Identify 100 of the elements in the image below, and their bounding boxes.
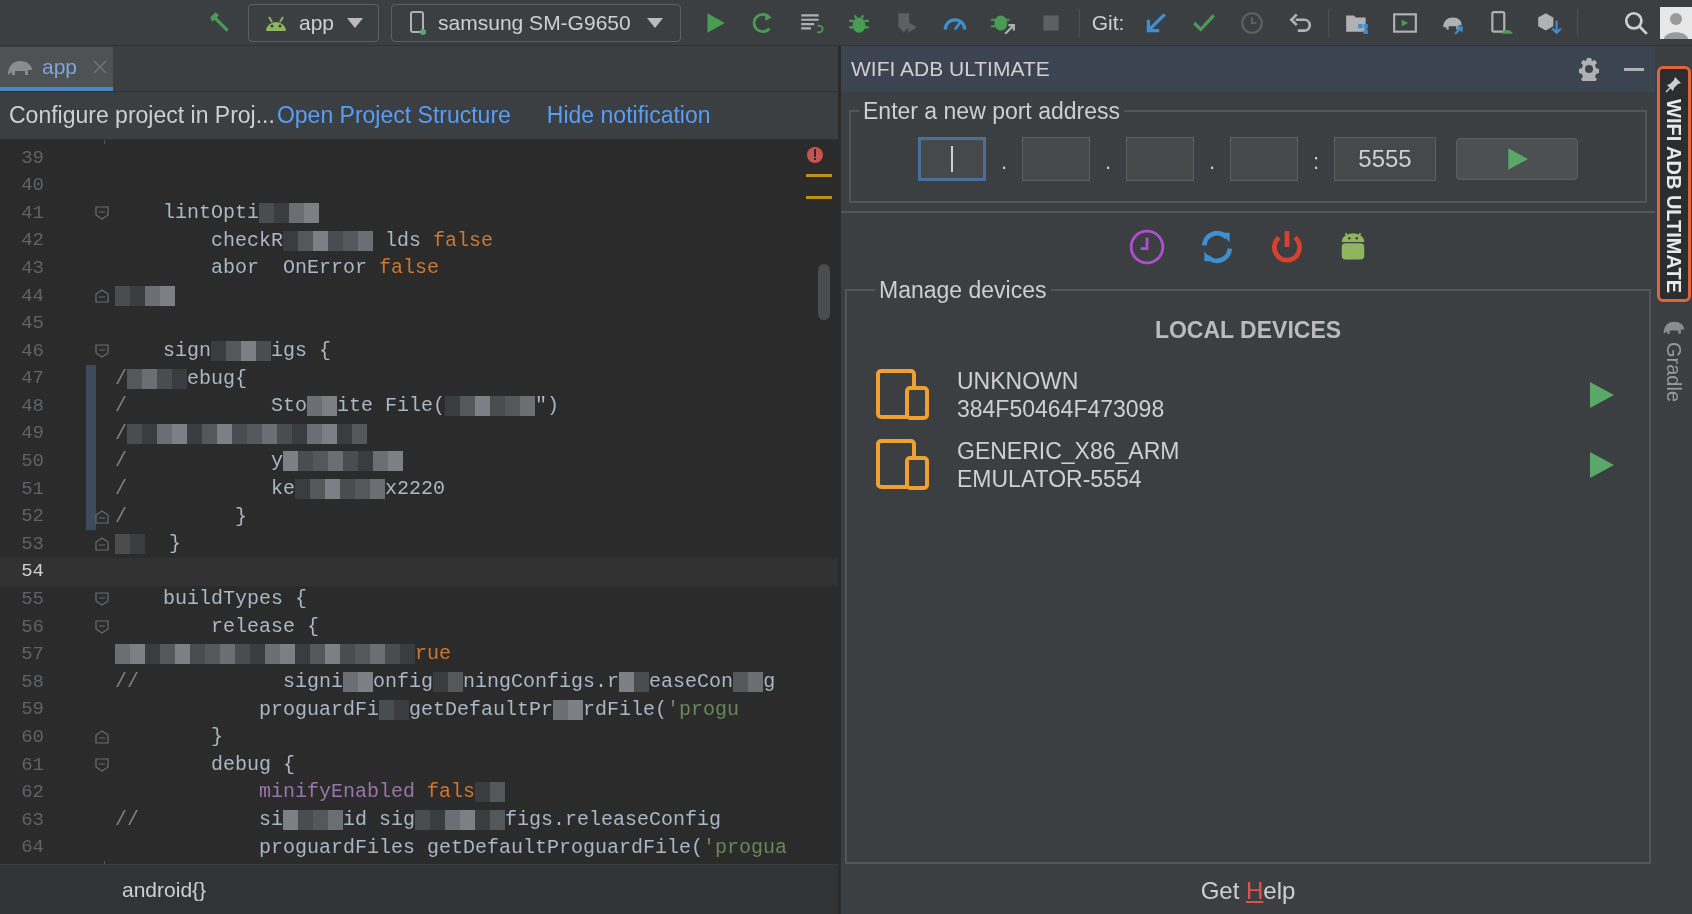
ip-field[interactable] (1022, 136, 1090, 181)
code-string: 'progua (703, 834, 788, 861)
redaction-mark (115, 285, 145, 306)
history-icon[interactable] (1128, 227, 1166, 266)
code-text: id sig (343, 807, 416, 834)
code-text: release { (210, 613, 320, 640)
redaction-mark (475, 396, 506, 417)
scrollbar-thumb[interactable] (818, 264, 830, 320)
redaction-mark (289, 203, 320, 223)
line-number: 47 (20, 366, 44, 392)
redaction-mark (343, 451, 374, 472)
separator-text: . (999, 148, 1009, 176)
redaction-mark (379, 699, 410, 720)
fold-marker[interactable] (94, 619, 109, 634)
code-text: rdFile( (583, 696, 668, 723)
side-tab[interactable]: Gradle (1656, 312, 1691, 409)
code-text: proguardFi (258, 696, 380, 723)
search-icon[interactable] (1623, 9, 1649, 36)
line-number: 64 (20, 835, 44, 861)
code-text: abor OnError (210, 255, 369, 282)
redaction-mark (265, 644, 295, 665)
code-comment: / (115, 475, 127, 502)
code-text: proguardFiles getDefaultProguardFile( (258, 834, 704, 861)
ip-field[interactable] (1230, 136, 1298, 181)
phone-android-icon[interactable] (1488, 9, 1515, 36)
code-text: g (763, 669, 776, 696)
avatar-icon[interactable] (1660, 6, 1692, 39)
redaction-mark (505, 396, 536, 417)
redaction-mark (211, 340, 241, 361)
line-number: 61 (20, 752, 44, 778)
redaction-mark (283, 451, 314, 472)
code-text: si (258, 807, 284, 834)
settings-icon[interactable] (1577, 57, 1601, 81)
redaction-mark (307, 396, 338, 417)
line-number: 54 (20, 559, 44, 585)
breadcrumb[interactable]: android{} (122, 873, 207, 906)
redaction-mark (415, 810, 446, 831)
code-keyword: false (379, 255, 440, 282)
notification-link[interactable]: Hide notification (546, 98, 711, 133)
code-text: ") (535, 393, 560, 420)
code-text: } (234, 503, 248, 530)
line-number: 40 (20, 173, 44, 199)
redaction-mark (475, 782, 506, 803)
caret-icon (645, 16, 664, 29)
line-number: 45 (20, 311, 44, 337)
code-text: ningConfigs.r (463, 669, 620, 696)
line-number: 63 (20, 807, 44, 833)
code-text: sign (162, 337, 211, 364)
code-text: lds (384, 227, 423, 254)
port-field[interactable]: 5555 (1334, 136, 1436, 181)
redaction-mark (283, 230, 314, 251)
play-icon[interactable] (1587, 379, 1615, 410)
line-number: 39 (20, 145, 44, 171)
redaction-mark (157, 368, 187, 389)
line-number: 43 (20, 255, 44, 281)
fold-marker[interactable] (94, 509, 109, 524)
notification-link[interactable]: Open Project Structure (276, 98, 511, 133)
device-dropdown[interactable]: samsung SM-G9650 (391, 3, 681, 42)
ip-field[interactable] (918, 136, 986, 181)
connect-button[interactable] (1456, 137, 1578, 180)
fold-marker[interactable] (94, 537, 109, 552)
fold-marker[interactable] (94, 592, 109, 607)
fold-marker[interactable] (94, 757, 109, 772)
line-number: 57 (20, 642, 44, 668)
code-comment: / (115, 393, 127, 420)
fold-marker[interactable] (94, 730, 109, 745)
fold-marker[interactable] (94, 288, 109, 303)
redaction-mark (733, 672, 764, 693)
code-text: lintOpti (162, 200, 260, 226)
clock-icon[interactable] (1239, 9, 1266, 36)
redaction-mark (295, 478, 326, 499)
code-comment: // (115, 669, 139, 696)
code-text: igs { (271, 337, 332, 364)
device-serial: 384F50464F473098 (957, 394, 1165, 423)
line-number: 55 (20, 587, 44, 613)
side-tab[interactable]: WIFI ADB ULTIMATE (1656, 66, 1691, 303)
redaction-mark (355, 478, 386, 499)
section-heading: LOCAL DEVICES (1154, 316, 1342, 345)
redaction-mark (373, 451, 404, 472)
help-link[interactable]: Get Help (1200, 873, 1296, 909)
redaction-mark (175, 644, 205, 665)
group-label: Manage devices (878, 275, 1048, 305)
tool-window-title: WIFI ADB ULTIMATE (851, 56, 1050, 83)
line-number: 56 (20, 614, 44, 640)
code-text: onfig (373, 669, 434, 696)
run-config-dropdown[interactable]: app (248, 3, 380, 42)
device-name: UNKNOWN (957, 366, 1080, 395)
code-text: ke (270, 475, 296, 502)
play-icon[interactable] (1587, 449, 1615, 480)
redaction-mark (325, 644, 355, 665)
code-text: buildTypes { (162, 586, 308, 613)
code-text: } (210, 724, 224, 751)
fold-marker[interactable] (94, 343, 109, 358)
ip-field[interactable] (1126, 136, 1194, 181)
line-number: 59 (20, 697, 44, 723)
fold-marker[interactable] (94, 206, 109, 220)
close-icon[interactable] (93, 60, 108, 74)
code-text: Sto (270, 393, 308, 420)
line-number: 46 (20, 338, 44, 364)
code-comment: / (115, 420, 127, 447)
